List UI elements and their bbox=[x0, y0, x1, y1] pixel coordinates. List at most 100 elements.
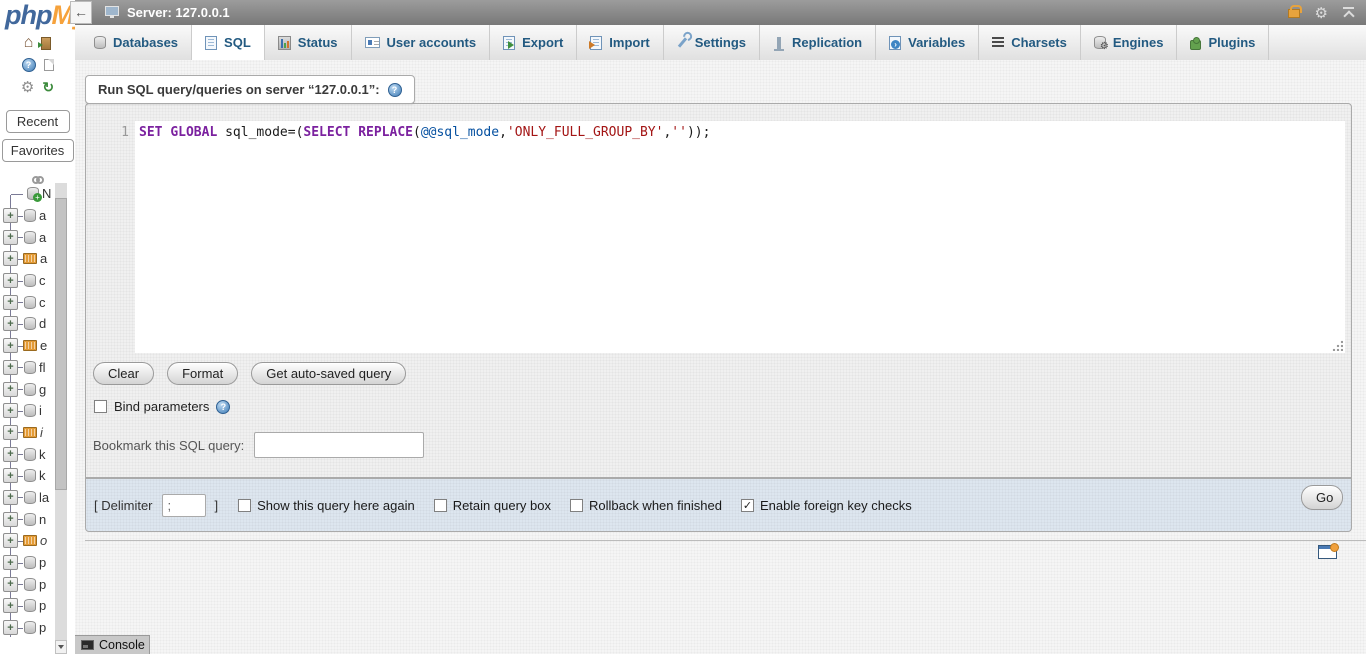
checkbox-checked[interactable]: ✓ bbox=[741, 499, 754, 512]
tree-item[interactable]: N bbox=[0, 183, 55, 205]
favorite-tables-button[interactable]: Favorites bbox=[2, 139, 74, 162]
reload-navigation-icon[interactable]: ↻ bbox=[42, 80, 54, 94]
expand-plus-icon[interactable]: + bbox=[3, 273, 18, 288]
tab-databases[interactable]: Databases bbox=[75, 25, 192, 60]
tab-engines[interactable]: Engines bbox=[1081, 25, 1178, 60]
expand-plus-icon[interactable]: + bbox=[3, 447, 18, 462]
tree-item[interactable]: +n bbox=[0, 508, 55, 530]
tree-item[interactable]: +k bbox=[0, 465, 55, 487]
expand-plus-icon[interactable]: + bbox=[3, 382, 18, 397]
tree-item[interactable]: +p bbox=[0, 595, 55, 617]
tree-item[interactable]: +g bbox=[0, 378, 55, 400]
open-new-window-icon[interactable] bbox=[1318, 545, 1337, 559]
checkbox-unchecked[interactable] bbox=[238, 499, 251, 512]
phpmyadmin-logo[interactable]: phpMyAdmin bbox=[0, 0, 75, 32]
expand-plus-icon[interactable]: + bbox=[3, 555, 18, 570]
expand-plus-icon[interactable]: + bbox=[3, 295, 18, 310]
option-retain-query-box[interactable]: Retain query box bbox=[434, 498, 551, 513]
checkbox-unchecked[interactable] bbox=[434, 499, 447, 512]
tree-item[interactable]: +p bbox=[0, 617, 55, 639]
page-settings-gear-icon[interactable]: ⚙ bbox=[1315, 4, 1328, 22]
tree-item[interactable]: +fl bbox=[0, 357, 55, 379]
expand-plus-icon[interactable]: + bbox=[3, 338, 18, 353]
expand-plus-icon[interactable]: + bbox=[3, 620, 18, 635]
tree-item[interactable]: +a bbox=[0, 205, 55, 227]
expand-plus-icon[interactable]: + bbox=[3, 577, 18, 592]
checkbox-unchecked[interactable] bbox=[570, 499, 583, 512]
tree-item[interactable]: +la bbox=[0, 487, 55, 509]
tab-user-accounts[interactable]: User accounts bbox=[352, 25, 491, 60]
recent-tables-button[interactable]: Recent bbox=[6, 110, 70, 133]
tree-item-label: p bbox=[39, 555, 46, 570]
sql-help-icon[interactable]: ? bbox=[388, 83, 402, 97]
tab-plugins[interactable]: Plugins bbox=[1177, 25, 1269, 60]
option-show-this-query-here-again[interactable]: Show this query here again bbox=[238, 498, 415, 513]
tab-variables[interactable]: Variables bbox=[876, 25, 979, 60]
expand-plus-icon[interactable]: + bbox=[3, 490, 18, 505]
database-icon bbox=[24, 491, 36, 504]
bind-parameters-checkbox[interactable] bbox=[94, 400, 107, 413]
delimiter-input[interactable] bbox=[162, 494, 206, 517]
tree-item-label: o bbox=[40, 533, 47, 548]
tab-sql[interactable]: SQL bbox=[192, 25, 265, 60]
tree-item[interactable]: +c bbox=[0, 291, 55, 313]
documentation-icon[interactable] bbox=[44, 59, 54, 71]
tab-import[interactable]: Import bbox=[577, 25, 663, 60]
expand-plus-icon[interactable]: + bbox=[3, 425, 18, 440]
console-toggle[interactable]: Console bbox=[75, 635, 150, 654]
tab-status[interactable]: Status bbox=[265, 25, 352, 60]
tree-item-label: c bbox=[39, 273, 46, 288]
clear-button[interactable]: Clear bbox=[93, 362, 154, 385]
tree-item[interactable]: +c bbox=[0, 270, 55, 292]
option-rollback-when-finished[interactable]: Rollback when finished bbox=[570, 498, 722, 513]
tree-item[interactable]: +i bbox=[0, 422, 55, 444]
expand-plus-icon[interactable]: + bbox=[3, 230, 18, 245]
query-legend-text: Run SQL query/queries on server “127.0.0… bbox=[98, 82, 380, 97]
tree-item[interactable]: +e bbox=[0, 335, 55, 357]
variables-page-icon bbox=[889, 36, 901, 50]
logout-icon[interactable] bbox=[41, 37, 51, 50]
home-icon[interactable]: ⌂ bbox=[24, 35, 34, 51]
expand-plus-icon[interactable]: + bbox=[3, 468, 18, 483]
tree-item[interactable]: +i bbox=[0, 400, 55, 422]
bookmark-input[interactable] bbox=[254, 432, 424, 458]
tree-scrollbar-thumb[interactable] bbox=[55, 198, 67, 490]
go-button[interactable]: Go bbox=[1301, 485, 1343, 510]
panel-settings-gear-icon[interactable]: ⚙ bbox=[21, 80, 34, 95]
server-breadcrumb[interactable]: Server: 127.0.0.1 bbox=[127, 5, 230, 20]
expand-plus-icon[interactable]: + bbox=[3, 533, 18, 548]
tree-item[interactable]: +d bbox=[0, 313, 55, 335]
sql-token-string: 'ONLY_FULL_GROUP_BY' bbox=[507, 125, 664, 140]
option-enable-foreign-key-checks[interactable]: ✓Enable foreign key checks bbox=[741, 498, 912, 513]
expand-plus-icon[interactable]: + bbox=[3, 360, 18, 375]
scroll-to-top-icon[interactable] bbox=[1343, 7, 1354, 18]
get-auto-saved-query-button[interactable]: Get auto-saved query bbox=[251, 362, 406, 385]
server-tab-bar: DatabasesSQLStatusUser accountsExportImp… bbox=[75, 25, 1366, 60]
tree-item[interactable]: +a bbox=[0, 226, 55, 248]
tree-item[interactable]: +p bbox=[0, 552, 55, 574]
expand-plus-icon[interactable]: + bbox=[3, 512, 18, 527]
tab-settings[interactable]: Settings bbox=[664, 25, 760, 60]
expand-plus-icon[interactable]: + bbox=[3, 598, 18, 613]
tree-scroll-down-button[interactable] bbox=[55, 640, 67, 654]
tree-item[interactable]: +p bbox=[0, 573, 55, 595]
tree-item[interactable]: +o bbox=[0, 530, 55, 552]
tree-item[interactable]: +k bbox=[0, 443, 55, 465]
expand-plus-icon[interactable]: + bbox=[3, 316, 18, 331]
ssl-lock-icon[interactable] bbox=[1288, 9, 1300, 18]
tree-item[interactable]: +a bbox=[0, 248, 55, 270]
tab-charsets[interactable]: Charsets bbox=[979, 25, 1081, 60]
bind-parameters-row: Bind parameters ? bbox=[94, 399, 230, 414]
expand-plus-icon[interactable]: + bbox=[3, 403, 18, 418]
sql-editor[interactable]: 1 SET GLOBAL sql_mode=(SELECT REPLACE(@@… bbox=[111, 121, 1345, 353]
tab-export[interactable]: Export bbox=[490, 25, 577, 60]
help-icon[interactable]: ? bbox=[22, 58, 36, 72]
expand-plus-icon[interactable]: + bbox=[3, 251, 18, 266]
sql-token-keyword: GLOBAL bbox=[170, 125, 217, 140]
sql-code-line[interactable]: SET GLOBAL sql_mode=(SELECT REPLACE(@@sq… bbox=[135, 121, 1345, 353]
bind-parameters-help-icon[interactable]: ? bbox=[216, 400, 230, 414]
collapse-navigation-button[interactable]: ← bbox=[70, 1, 92, 24]
tab-replication[interactable]: Replication bbox=[760, 25, 876, 60]
format-button[interactable]: Format bbox=[167, 362, 238, 385]
expand-plus-icon[interactable]: + bbox=[3, 208, 18, 223]
